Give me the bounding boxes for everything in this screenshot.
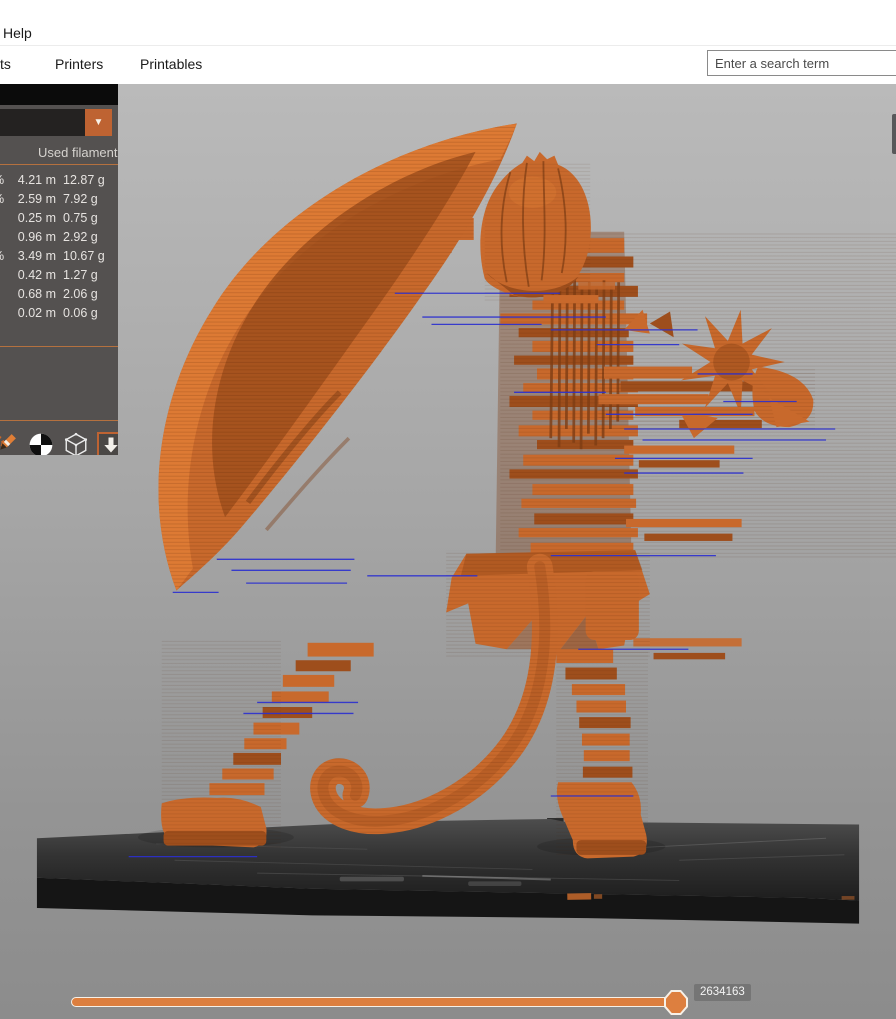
search-input[interactable] [707,50,896,76]
move-slider-value: 2634163 [694,984,751,1001]
filament-weight: 0.06 g [63,304,98,323]
preview-legend-panel: ▼ Used filament % 4.21 m 12.87 g % 2.59 … [0,84,118,455]
menu-bar: Help [0,0,896,46]
filament-stats-list: % 4.21 m 12.87 g % 2.59 m 7.92 g 0.25 m … [0,171,118,323]
model-shield [158,123,516,590]
move-slider-track[interactable] [71,997,677,1007]
3d-scene [0,84,896,1019]
filament-percent-partial: % [0,247,5,266]
filament-length: 0.96 m [12,228,56,247]
filament-weight: 7.92 g [63,190,98,209]
gcode-preview-viewport[interactable] [0,84,896,1019]
model-head [480,152,591,301]
tab-printers[interactable]: Printers [55,56,103,72]
divider [0,164,118,165]
filament-length: 2.59 m [12,190,56,209]
view-type-dropdown[interactable]: ▼ [0,105,118,139]
filament-weight: 10.67 g [63,247,105,266]
filament-length: 3.49 m [12,247,56,266]
filament-length: 0.25 m [12,209,56,228]
tab-projects-partial[interactable]: ts [0,56,11,72]
chevron-down-icon: ▼ [94,117,104,128]
wireframe-cube-icon[interactable] [62,432,89,456]
panel-top-strip [0,84,118,105]
filament-row: 0.42 m 1.27 g [0,266,118,285]
divider [0,346,118,347]
paint-edit-icon[interactable] [0,432,19,456]
arrow-down-icon[interactable] [97,432,118,456]
filament-row: % 3.49 m 10.67 g [0,247,118,266]
view-type-field[interactable] [0,109,85,136]
filament-row: 0.02 m 0.06 g [0,304,118,323]
filament-weight: 1.27 g [63,266,98,285]
filament-weight: 12.87 g [63,171,105,190]
sliced-model[interactable] [129,123,896,858]
tab-printables[interactable]: Printables [140,56,202,72]
app-window: { "menubar": { "items": [ { "label": "He… [0,0,896,1019]
filament-length: 4.21 m [12,171,56,190]
model-right-leg [556,649,648,858]
menu-help[interactable]: Help [3,25,32,41]
filament-length: 0.68 m [12,285,56,304]
filament-weight: 2.92 g [63,228,98,247]
filament-row: 0.96 m 2.92 g [0,228,118,247]
filament-length: 0.02 m [12,304,56,323]
filament-weight: 0.75 g [63,209,98,228]
filament-row: 0.25 m 0.75 g [0,209,118,228]
shaded-sphere-icon[interactable] [27,432,54,456]
layer-slider-vertical[interactable] [892,114,896,154]
view-mode-toolbar [0,428,118,455]
filament-percent-partial: % [0,171,5,190]
filament-length: 0.42 m [12,266,56,285]
filament-row: % 2.59 m 7.92 g [0,190,118,209]
filament-percent-partial: % [0,190,5,209]
filament-row: 0.68 m 2.06 g [0,285,118,304]
filament-weight: 2.06 g [63,285,98,304]
used-filament-label: Used filament [0,145,118,160]
tab-bar: ts Printers Printables [0,46,896,84]
filament-row: % 4.21 m 12.87 g [0,171,118,190]
print-bed [37,818,859,924]
divider [0,420,118,421]
dropdown-arrow-button[interactable]: ▼ [85,109,112,136]
